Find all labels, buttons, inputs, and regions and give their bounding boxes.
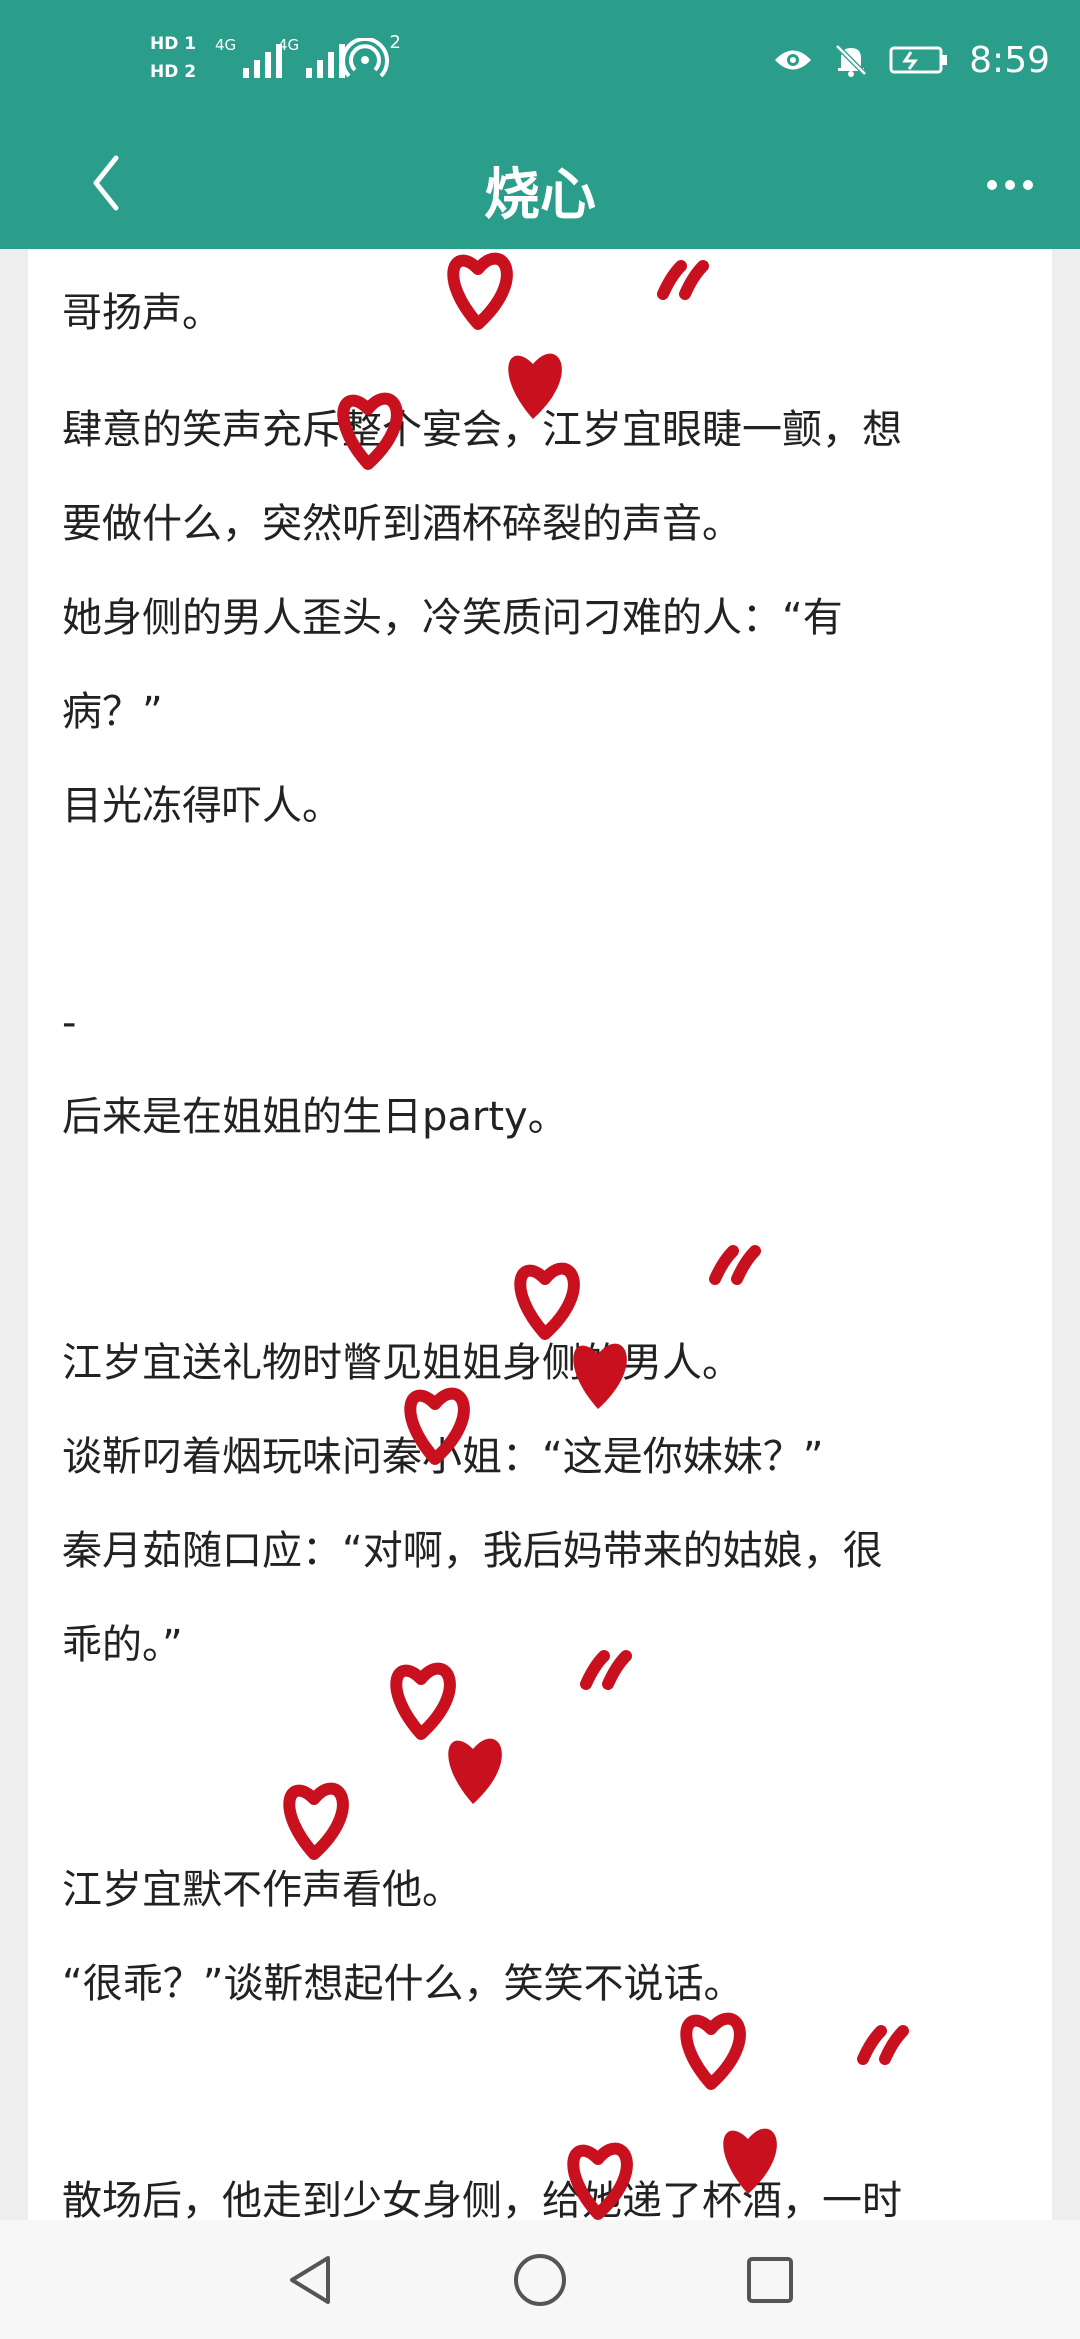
more-dots-icon[interactable] (980, 170, 1040, 200)
text-line: 秦月茹随口应：“对啊，我后妈带来的姑娘，很 (62, 1528, 883, 1574)
text-line: 江岁宜默不作声看他。 (62, 1867, 462, 1913)
text-line: 哥扬声。 (62, 290, 222, 336)
text-line: 江岁宜送礼物时瞥见姐姐身侧的男人。 (62, 1340, 742, 1386)
text-line: 后来是在姐姐的生日party。 (62, 1094, 568, 1140)
hotspot-count: 2 (389, 32, 401, 53)
signal-icon: 4G (215, 36, 283, 78)
title-bar: 烧心 (0, 120, 1080, 249)
app-header: HD 1 HD 2 4G 4G 2 8:59 烧心 (0, 0, 1080, 249)
clock: 8:59 (969, 39, 1050, 81)
heart-doodle (514, 1262, 580, 1340)
eye-icon (775, 50, 812, 70)
heart-doodle (390, 1662, 456, 1740)
system-nav-bar (0, 2220, 1080, 2339)
page-title: 烧心 (484, 163, 596, 228)
heart-doodle (283, 1782, 349, 1860)
battery-charging-icon (889, 46, 948, 74)
bell-muted-icon (835, 44, 867, 77)
text-line: 肆意的笑声充斥整个宴会，江岁宜眼睫一颤，想 (62, 407, 902, 453)
text-line: 她身侧的男人歪头，冷笑质问刁难的人：“有 (62, 595, 843, 641)
heart-doodle (448, 1738, 502, 1804)
network-type-1: 4G (215, 36, 237, 54)
heart-doodle (680, 2012, 746, 2090)
text-line: 要做什么，突然听到酒杯碎裂的声音。 (62, 501, 742, 547)
text-line: 目光冻得吓人。 (62, 783, 342, 829)
text-line: “很乖？”谈靳想起什么，笑笑不说话。 (62, 1961, 744, 2007)
text-line: 病？” (62, 689, 163, 735)
status-bar: HD 1 HD 2 4G 4G 2 8:59 (0, 0, 1080, 120)
home-circle-icon[interactable] (510, 2250, 570, 2310)
text-line: 散场后，他走到少女身侧，给她递了杯酒，一时 (62, 2178, 902, 2220)
hotspot-icon: 2 (341, 32, 401, 78)
reader-content[interactable]: 哥扬声。肆意的笑声充斥整个宴会，江岁宜眼睫一颤，想 要做什么，突然听到酒杯碎裂的声… (28, 249, 1052, 2220)
quote-mark-doodle (709, 1245, 761, 1285)
text-line: 乖的。” (62, 1622, 183, 1668)
recents-square-icon[interactable] (740, 2250, 800, 2310)
signal-icon-2: 4G (278, 36, 346, 78)
network-type-2: 4G (278, 36, 300, 54)
quote-mark-doodle (857, 2025, 909, 2065)
status-right-icons: 8:59 (773, 34, 1050, 86)
text-line: - (62, 1000, 77, 1046)
back-triangle-icon[interactable] (280, 2250, 340, 2310)
text-line: 谈靳叼着烟玩味问秦小姐：“这是你妹妹？” (62, 1434, 824, 1480)
